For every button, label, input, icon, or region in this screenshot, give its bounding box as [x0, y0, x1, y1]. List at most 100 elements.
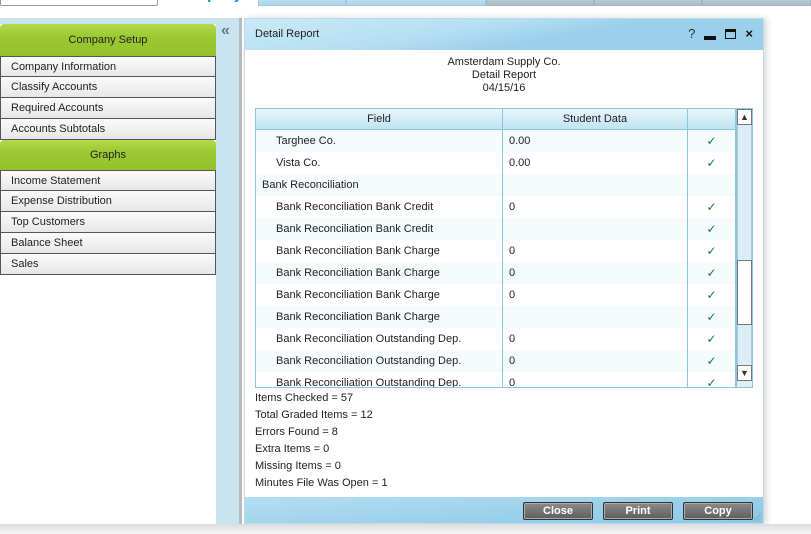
checkmark-icon: ✓	[688, 350, 736, 372]
sidebar: Company Setup Company Information Classi…	[0, 18, 240, 524]
dialog-footer: Close Print Copy	[245, 497, 763, 523]
table-row[interactable]: Bank Reconciliation	[256, 174, 752, 196]
close-icon[interactable]: ×	[745, 26, 753, 41]
table-row[interactable]: Bank Reconciliation Bank Charge ✓	[256, 306, 752, 328]
vertical-scrollbar[interactable]: ▲ ▼	[736, 109, 752, 387]
minimize-icon[interactable]	[704, 35, 717, 40]
bottom-bar	[0, 524, 811, 534]
stat-minutes-open: Minutes File Was Open = 1	[255, 477, 388, 489]
group-header-graphs[interactable]: Graphs	[0, 140, 216, 170]
checkmark-icon	[688, 174, 736, 196]
tab-3[interactable]	[346, 0, 486, 6]
stat-extra-items: Extra Items = 0	[255, 443, 330, 455]
cell-field: Bank Reconciliation Bank Charge	[256, 284, 503, 306]
resize-grip-icon[interactable]	[753, 513, 761, 521]
cell-field: Bank Reconciliation Bank Charge	[256, 262, 503, 284]
cell-field: Vista Co.	[256, 152, 503, 174]
checkmark-icon: ✓	[688, 328, 736, 350]
copy-button[interactable]: Copy	[683, 502, 753, 520]
scroll-up-icon[interactable]: ▲	[737, 109, 752, 125]
dialog-titlebar[interactable]: Detail Report ? ×	[245, 19, 763, 50]
table-header: Field Student Data	[256, 109, 752, 130]
table-row[interactable]: Vista Co. 0.00 ✓	[256, 152, 752, 174]
checkmark-icon: ✓	[688, 262, 736, 284]
cell-student-data: 0.00	[503, 152, 688, 174]
print-button[interactable]: Print	[603, 502, 673, 520]
table-row[interactable]: Bank Reconciliation Bank Charge 0 ✓	[256, 240, 752, 262]
scroll-thumb[interactable]	[737, 260, 752, 325]
checkmark-icon: ✓	[688, 218, 736, 240]
table-row[interactable]: Bank Reconciliation Bank Charge 0 ✓	[256, 262, 752, 284]
cell-student-data: 0	[503, 284, 688, 306]
sidebar-item-expense-distribution[interactable]: Expense Distribution	[0, 191, 216, 212]
cell-field: Bank Reconciliation Bank Charge	[256, 240, 503, 262]
cell-student-data: 0	[503, 262, 688, 284]
table-row[interactable]: Bank Reconciliation Outstanding Dep. 0 ✓	[256, 328, 752, 350]
column-header-student-data[interactable]: Student Data	[503, 109, 688, 129]
table-row[interactable]: Targhee Co. 0.00 ✓	[256, 130, 752, 152]
detail-report-dialog: Detail Report ? × Amsterdam Supply Co. D…	[244, 18, 764, 524]
sidebar-menu: Company Setup Company Information Classi…	[0, 24, 216, 524]
maximize-icon[interactable]	[725, 28, 737, 39]
panel-splitter[interactable]	[239, 18, 242, 524]
tab-4[interactable]	[486, 0, 594, 6]
cell-field: Bank Reconciliation Outstanding Dep.	[256, 372, 503, 387]
sidebar-item-balance-sheet[interactable]: Balance Sheet	[0, 233, 216, 254]
scroll-down-icon[interactable]: ▼	[737, 365, 752, 381]
checkmark-icon: ✓	[688, 372, 736, 387]
stat-missing-items: Missing Items = 0	[255, 460, 341, 472]
checkmark-icon: ✓	[688, 196, 736, 218]
cell-field: Targhee Co.	[256, 130, 503, 152]
tab-6[interactable]	[702, 0, 811, 6]
top-search-input[interactable]	[0, 0, 158, 6]
sidebar-item-classify-accounts[interactable]: Classify Accounts	[0, 77, 216, 98]
collapse-sidebar-icon[interactable]: «	[221, 23, 230, 39]
cell-student-data: 0	[503, 240, 688, 262]
checkmark-icon: ✓	[688, 130, 736, 152]
stat-items-checked: Items Checked = 57	[255, 392, 354, 404]
scroll-track[interactable]	[737, 125, 752, 260]
group-header-company-setup[interactable]: Company Setup	[0, 24, 216, 56]
cell-student-data	[503, 306, 688, 328]
cell-field: Bank Reconciliation Outstanding Dep.	[256, 350, 503, 372]
table-row[interactable]: Bank Reconciliation Bank Credit 0 ✓	[256, 196, 752, 218]
cell-student-data	[503, 218, 688, 240]
checkmark-icon: ✓	[688, 306, 736, 328]
cell-field: Bank Reconciliation Bank Charge	[256, 306, 503, 328]
report-stats: Items Checked = 57 Total Graded Items = …	[255, 390, 388, 492]
help-icon[interactable]: ?	[688, 26, 695, 41]
report-name: Detail Report	[471, 69, 537, 81]
tab-company[interactable]: Company	[160, 0, 256, 6]
table-row[interactable]: Bank Reconciliation Outstanding Dep. 0 ✓	[256, 372, 752, 387]
sidebar-item-income-statement[interactable]: Income Statement	[0, 170, 216, 191]
sidebar-item-company-information[interactable]: Company Information	[0, 56, 216, 77]
close-button[interactable]: Close	[523, 502, 593, 520]
report-company: Amsterdam Supply Co.	[447, 56, 561, 68]
cell-field: Bank Reconciliation Bank Credit	[256, 196, 503, 218]
cell-student-data: 0	[503, 372, 688, 387]
report-table: Field Student Data Targhee Co. 0.00 ✓ Vista…	[255, 108, 753, 388]
cell-student-data: 0.00	[503, 130, 688, 152]
cell-field: Bank Reconciliation Outstanding Dep.	[256, 328, 503, 350]
top-nav: Company	[0, 0, 811, 8]
column-header-field[interactable]: Field	[256, 109, 503, 129]
checkmark-icon: ✓	[688, 240, 736, 262]
cell-student-data: 0	[503, 350, 688, 372]
tab-2[interactable]	[258, 0, 346, 6]
scroll-track[interactable]	[737, 325, 752, 365]
sidebar-item-required-accounts[interactable]: Required Accounts	[0, 98, 216, 119]
table-row[interactable]: Bank Reconciliation Bank Credit ✓	[256, 218, 752, 240]
table-row[interactable]: Bank Reconciliation Bank Charge 0 ✓	[256, 284, 752, 306]
sidebar-item-sales[interactable]: Sales	[0, 254, 216, 275]
sidebar-item-accounts-subtotals[interactable]: Accounts Subtotals	[0, 119, 216, 140]
report-header: Amsterdam Supply Co. Detail Report 04/15…	[245, 56, 763, 95]
report-date: 04/15/16	[482, 82, 526, 94]
dialog-title: Detail Report	[255, 28, 320, 40]
sidebar-item-top-customers[interactable]: Top Customers	[0, 212, 216, 233]
cell-student-data	[503, 174, 688, 196]
column-header-check[interactable]	[688, 109, 736, 129]
cell-field: Bank Reconciliation Bank Credit	[256, 218, 503, 240]
cell-student-data: 0	[503, 196, 688, 218]
tab-5[interactable]	[594, 0, 702, 6]
table-row[interactable]: Bank Reconciliation Outstanding Dep. 0 ✓	[256, 350, 752, 372]
